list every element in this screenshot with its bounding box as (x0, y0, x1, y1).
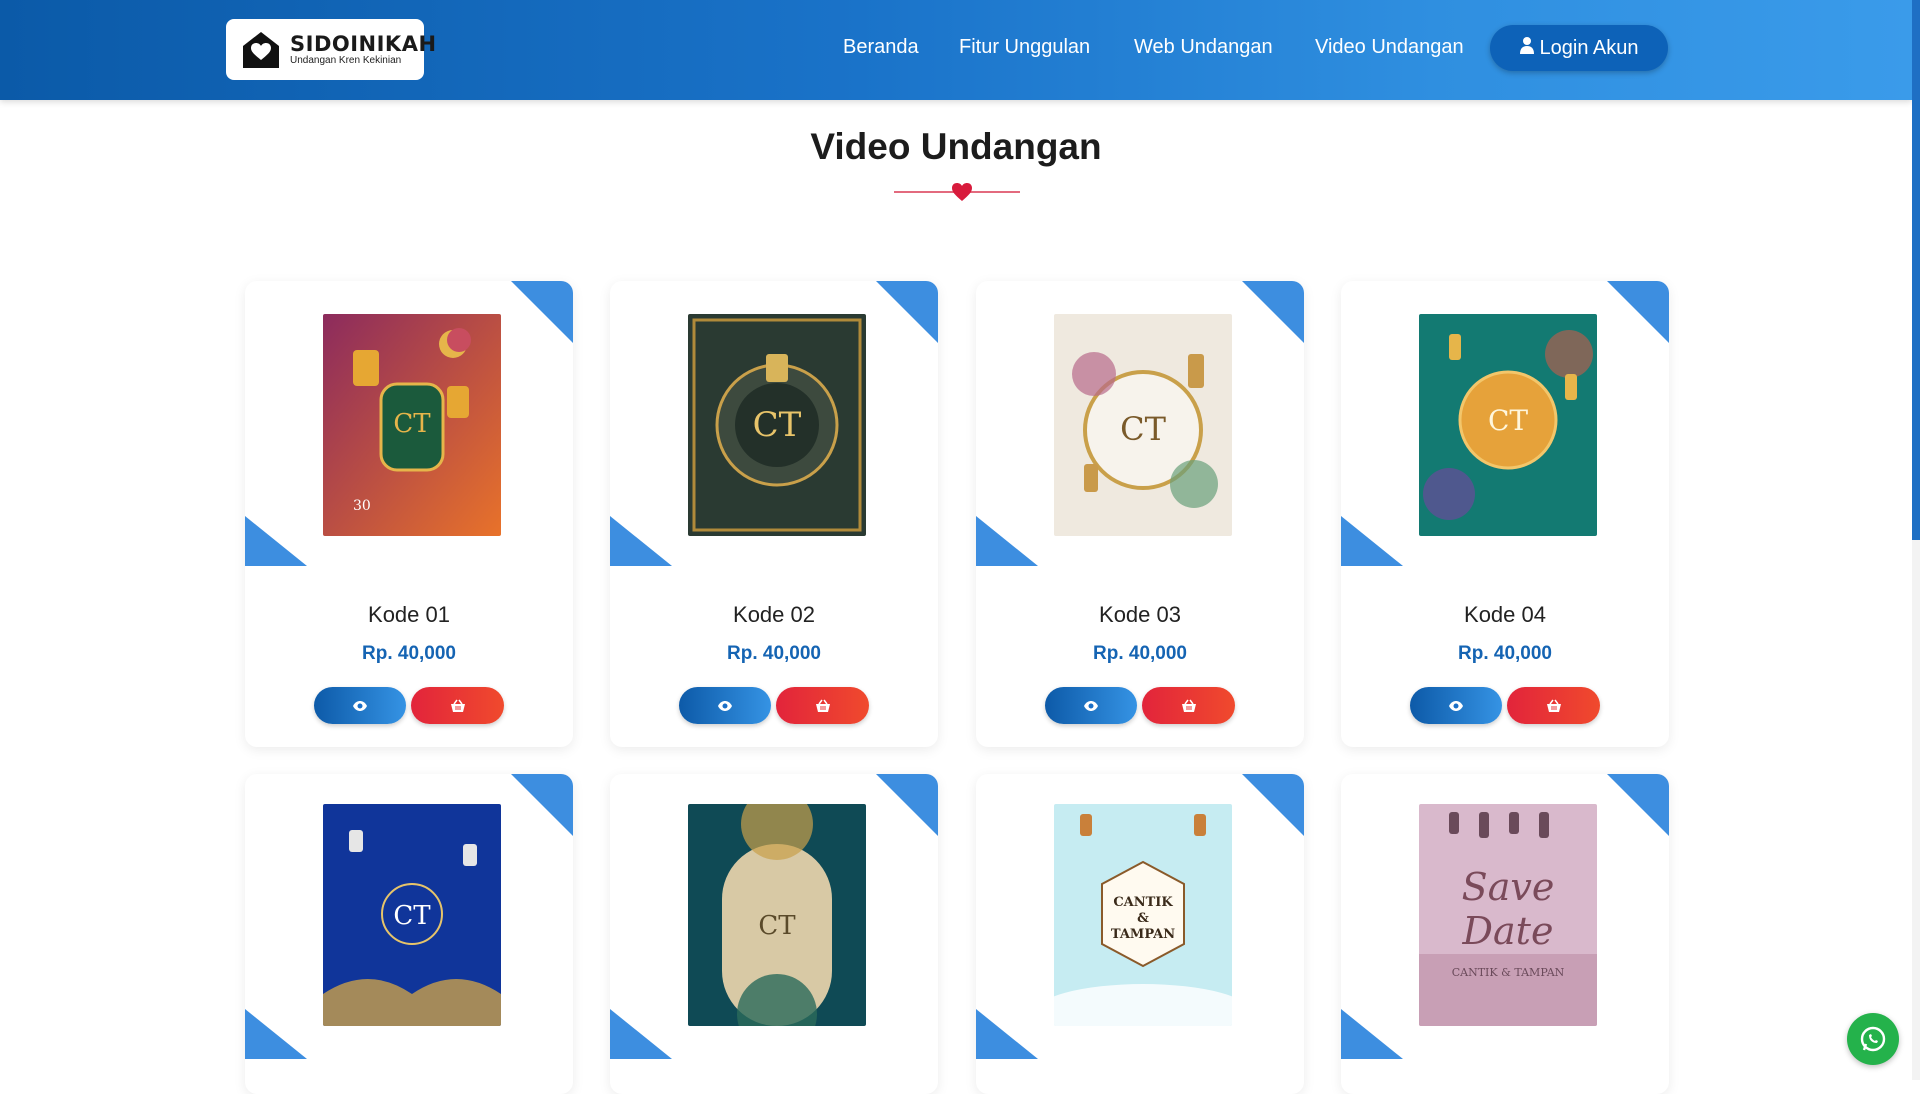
login-button[interactable]: Login Akun (1490, 25, 1668, 71)
product-price: Rp. 40,000 (362, 643, 456, 664)
svg-text:CT: CT (393, 901, 431, 931)
page-scrollbar[interactable] (1912, 0, 1920, 1080)
eye-icon (353, 700, 367, 711)
product-price: Rp. 40,000 (727, 643, 821, 664)
basket-icon (815, 699, 830, 712)
product-price: Rp. 40,000 (1458, 643, 1552, 664)
card-corner-accent (1242, 774, 1304, 836)
scrollbar-thumb[interactable] (1912, 0, 1920, 540)
page-title: Video Undangan (810, 126, 1102, 167)
product-price: Rp. 40,000 (1093, 643, 1187, 664)
nav-web-undangan[interactable]: Web Undangan (1134, 36, 1273, 59)
svg-text:CT: CT (1120, 410, 1166, 448)
card-corner-accent (976, 516, 1038, 566)
basket-icon (450, 699, 465, 712)
invitation-thumbnail[interactable]: CT (323, 804, 501, 1026)
nav-video-undangan[interactable]: Video Undangan (1315, 36, 1464, 59)
site-logo[interactable]: SIDOINIKAH Undangan Kren Kekinian (226, 19, 436, 80)
svg-text:CT: CT (1488, 404, 1528, 437)
order-button[interactable] (411, 687, 504, 724)
product-card: CT Kode 04 Rp. 40,000 (1341, 281, 1669, 747)
invitation-thumbnail[interactable]: CT (688, 804, 866, 1026)
product-card: Save Date CANTIK & TAMPAN (1341, 774, 1669, 1094)
product-title: Kode 03 (1099, 602, 1181, 627)
nav-fitur-unggulan[interactable]: Fitur Unggulan (959, 36, 1090, 59)
preview-button[interactable] (1045, 687, 1137, 724)
product-card: CT Kode 02 Rp. 40,000 (610, 281, 938, 747)
card-corner-accent (245, 516, 307, 566)
preview-button[interactable] (679, 687, 771, 724)
top-navbar: SIDOINIKAH Undangan Kren Kekinian Berand… (0, 0, 1912, 100)
eye-icon (1084, 700, 1098, 711)
basket-icon (1181, 699, 1196, 712)
svg-text:30: 30 (353, 498, 371, 514)
product-title: Kode 04 (1464, 602, 1546, 627)
card-corner-accent (610, 1009, 672, 1059)
svg-text:Save: Save (1462, 865, 1555, 909)
card-corner-accent (876, 774, 938, 836)
card-corner-accent (511, 774, 573, 836)
product-card: CT Kode 03 Rp. 40,000 (976, 281, 1304, 747)
svg-text:TAMPAN: TAMPAN (1111, 927, 1175, 942)
svg-text:CT: CT (758, 911, 796, 941)
whatsapp-icon (1860, 1026, 1886, 1052)
login-label: Login Akun (1539, 36, 1639, 59)
invitation-thumbnail[interactable]: CANTIK & TAMPAN (1054, 804, 1232, 1026)
nav-beranda[interactable]: Beranda (843, 36, 919, 59)
card-corner-accent (876, 281, 938, 343)
svg-text:CANTIK: CANTIK (1113, 895, 1173, 910)
card-corner-accent (1341, 516, 1403, 566)
card-corner-accent (511, 281, 573, 343)
heart-icon (951, 181, 973, 203)
card-corner-accent (976, 1009, 1038, 1059)
order-button[interactable] (1507, 687, 1600, 724)
card-corner-accent (1607, 774, 1669, 836)
order-button[interactable] (776, 687, 869, 724)
product-title: Kode 01 (368, 602, 450, 627)
preview-button[interactable] (1410, 687, 1502, 724)
card-corner-accent (1341, 1009, 1403, 1059)
logo-tagline: Undangan Kren Kekinian (290, 54, 402, 66)
house-heart-icon (240, 29, 282, 71)
whatsapp-button[interactable] (1847, 1013, 1899, 1065)
card-corner-accent (610, 516, 672, 566)
svg-text:CT: CT (753, 405, 802, 445)
invitation-thumbnail[interactable]: CT 30 (323, 314, 501, 536)
product-title: Kode 02 (733, 602, 815, 627)
logo-name: SIDOINIKAH (290, 31, 437, 56)
svg-text:CANTIK & TAMPAN: CANTIK & TAMPAN (1452, 966, 1565, 979)
product-card: CT (610, 774, 938, 1094)
svg-text:Date: Date (1462, 909, 1554, 953)
card-corner-accent (1607, 281, 1669, 343)
eye-icon (1449, 700, 1463, 711)
svg-text:CT: CT (393, 409, 431, 439)
product-card: CT (245, 774, 573, 1094)
svg-text:&: & (1137, 911, 1149, 926)
invitation-thumbnail[interactable]: CT (1054, 314, 1232, 536)
card-corner-accent (245, 1009, 307, 1059)
preview-button[interactable] (314, 687, 406, 724)
invitation-thumbnail[interactable]: CT (688, 314, 866, 536)
invitation-thumbnail[interactable]: CT (1419, 314, 1597, 536)
basket-icon (1546, 699, 1561, 712)
order-button[interactable] (1142, 687, 1235, 724)
user-icon (1519, 36, 1534, 60)
product-card: CT 30 Kode 01 Rp. 40,000 (245, 281, 573, 747)
product-card: CANTIK & TAMPAN (976, 774, 1304, 1094)
card-corner-accent (1242, 281, 1304, 343)
invitation-thumbnail[interactable]: Save Date CANTIK & TAMPAN (1419, 804, 1597, 1026)
eye-icon (718, 700, 732, 711)
